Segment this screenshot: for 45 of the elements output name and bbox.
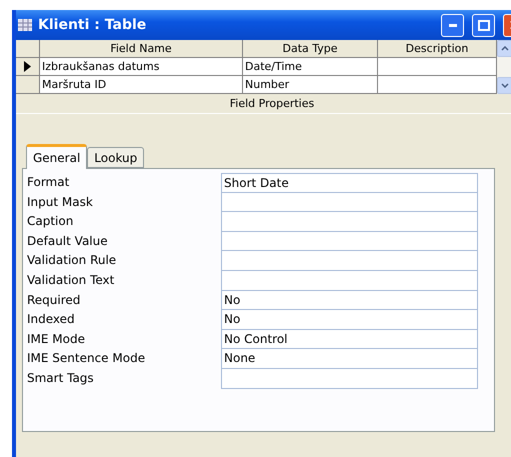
section-header: Field Properties [16,94,511,114]
table-cell[interactable]: Date/Time [243,58,378,76]
property-field[interactable]: No Control [221,330,478,350]
scroll-down-button[interactable] [497,77,511,94]
maximize-icon [478,20,490,30]
property-field[interactable] [221,270,478,291]
table-cell[interactable] [378,58,497,76]
property-label: Validation Text [27,272,116,289]
property-label: Required [27,292,82,309]
window-title: Klienti : Table [38,17,148,33]
property-label: IME Sentence Mode [27,350,146,368]
property-field[interactable]: No [221,310,478,330]
property-field[interactable]: No [221,290,478,310]
tab[interactable]: General [26,144,88,169]
property-label: Format [27,174,70,191]
property-field[interactable] [221,251,478,271]
property-label: Smart Tags [27,370,95,387]
table-cell[interactable]: Izbraukšanas datums [40,58,243,76]
column-header[interactable]: Field Name [40,40,243,58]
column-header[interactable]: Data Type [243,40,378,58]
property-field[interactable] [221,212,478,232]
current-row-icon [24,61,31,72]
row-selector-header [16,40,40,58]
column-header[interactable]: Description [378,40,497,58]
maximize-button[interactable] [472,14,495,36]
property-field[interactable]: None [221,349,478,369]
property-field[interactable] [221,368,478,389]
property-label: Validation Rule [27,252,118,270]
property-label: Input Mask [27,194,94,211]
scroll-up-button[interactable] [497,40,511,57]
property-label: IME Mode [27,330,86,348]
table-cell[interactable]: Maršruta ID [40,76,243,94]
table-cell[interactable]: Number [243,76,378,94]
tab[interactable]: Lookup [87,147,144,168]
property-field[interactable]: Short Date [221,173,478,193]
table-cell[interactable] [378,76,497,94]
property-label: Default Value [27,232,109,250]
property-label: Caption [27,213,74,230]
property-label: Indexed [27,311,76,328]
row-selector[interactable] [16,58,40,76]
property-field[interactable] [221,192,478,212]
minimize-button[interactable] [441,14,464,36]
table-icon [18,19,32,31]
minimize-icon [448,24,456,26]
property-field[interactable] [221,232,478,252]
